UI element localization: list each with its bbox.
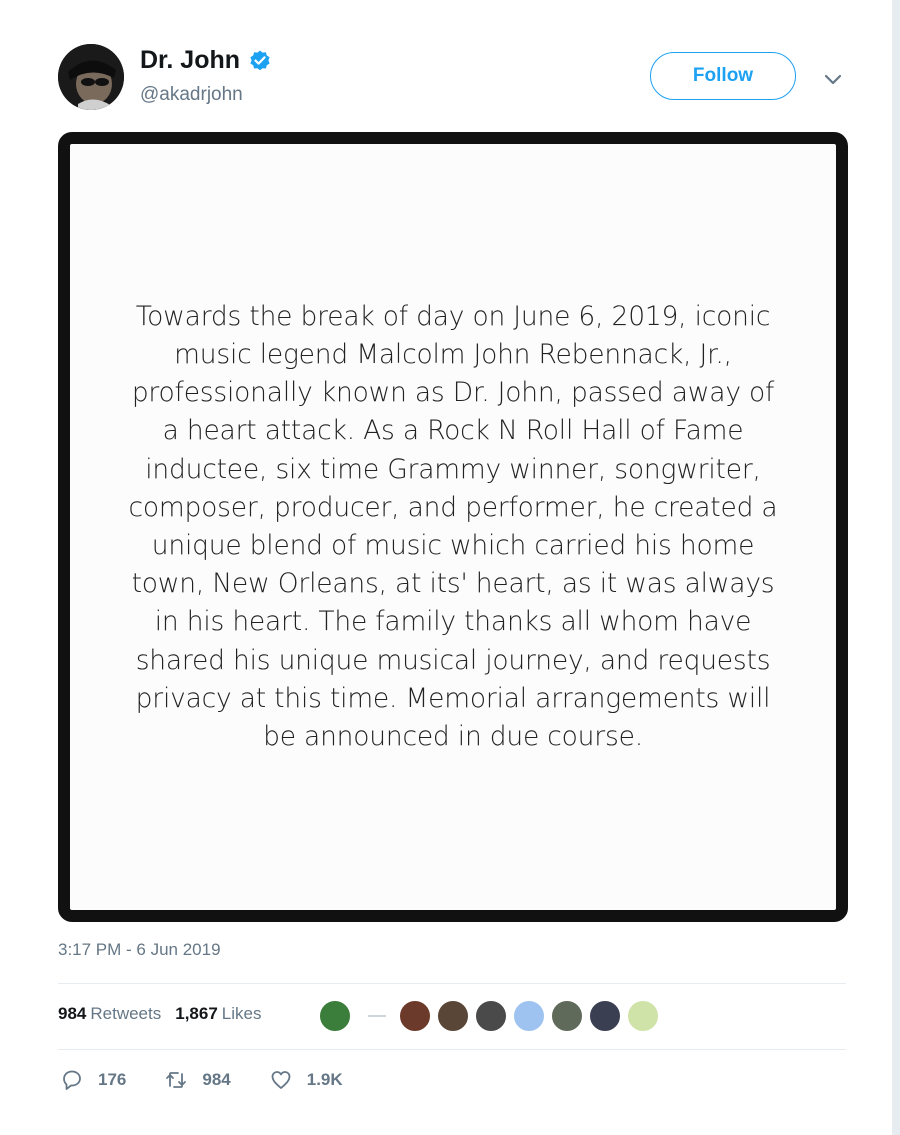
liker-avatar[interactable] [474, 999, 508, 1033]
statement-line: composer, producer, and performer, he cr… [128, 491, 778, 523]
liker-avatar[interactable] [318, 999, 352, 1033]
verified-badge-icon [250, 50, 270, 70]
reply-button[interactable]: 176 [60, 1068, 126, 1092]
statement-line: unique blend of music which carried his … [151, 530, 755, 561]
statement-line: a heart attack. As a Rock N Roll Hall of… [162, 415, 744, 447]
liker-avatar[interactable] [512, 999, 546, 1033]
statement-line: town, New Orleans, at its' heart, as it … [131, 568, 775, 600]
tweet-stats: 984 Retweets 1,867 Likes [58, 1004, 261, 1024]
heart-icon [271, 1071, 291, 1089]
like-count: 1.9K [306, 1070, 343, 1089]
page-edge [892, 0, 900, 1135]
retweet-button[interactable]: 984 [164, 1068, 231, 1092]
statement-line: music legend Malcolm John Rebennack, Jr.… [174, 338, 732, 370]
chevron-down-icon[interactable] [822, 68, 844, 90]
reply-icon [63, 1070, 81, 1090]
follow-button[interactable]: Follow [650, 52, 796, 100]
tweet-actions: 176 984 1.9K [60, 1068, 343, 1092]
liker-avatar[interactable] [550, 999, 584, 1033]
statement-line: inductee, six time Grammy winner, songwr… [145, 453, 761, 485]
tweet-timestamp[interactable]: 3:17 PM - 6 Jun 2019 [58, 940, 221, 960]
liker-avatar[interactable] [626, 999, 660, 1033]
retweets-count: 984 [58, 1004, 87, 1023]
statement-line: Towards the break of day on June 6, 2019… [135, 300, 771, 332]
statement-text: Towards the break of day on June 6, 2019… [113, 298, 793, 756]
statement-line: be announced in due course. [263, 721, 643, 753]
statement-line: privacy at this time. Memorial arrangeme… [135, 682, 771, 714]
user-handle[interactable]: @akadrjohn [140, 84, 243, 106]
statement-line: in his heart. The family thanks all whom… [154, 606, 752, 638]
likes-stat[interactable]: 1,867 Likes [175, 1004, 261, 1024]
tweet-media-image[interactable]: Towards the break of day on June 6, 2019… [58, 132, 848, 922]
liker-avatar[interactable] [588, 999, 622, 1033]
avatar-image [58, 44, 124, 110]
retweets-stat[interactable]: 984 Retweets [58, 1004, 161, 1024]
liker-avatar[interactable] [436, 999, 470, 1033]
divider [58, 1049, 846, 1050]
retweet-icon [166, 1072, 187, 1088]
display-name-row[interactable]: Dr. John [140, 46, 272, 75]
profile-avatar[interactable] [58, 44, 124, 110]
statement-line: shared his unique musical journey, and r… [135, 644, 771, 676]
likers-avatars [318, 999, 664, 1033]
liker-avatar[interactable] [398, 999, 432, 1033]
statement-line: professionally known as Dr. John, passed… [131, 377, 775, 409]
likes-count: 1,867 [175, 1004, 218, 1023]
likes-label: Likes [221, 1004, 262, 1023]
like-button[interactable]: 1.9K [269, 1068, 343, 1092]
display-name[interactable]: Dr. John [140, 46, 240, 75]
retweets-label: Retweets [90, 1004, 162, 1023]
reply-count: 176 [98, 1070, 127, 1089]
divider [58, 983, 846, 984]
liker-separator [356, 1015, 398, 1017]
retweet-count: 984 [202, 1070, 231, 1089]
